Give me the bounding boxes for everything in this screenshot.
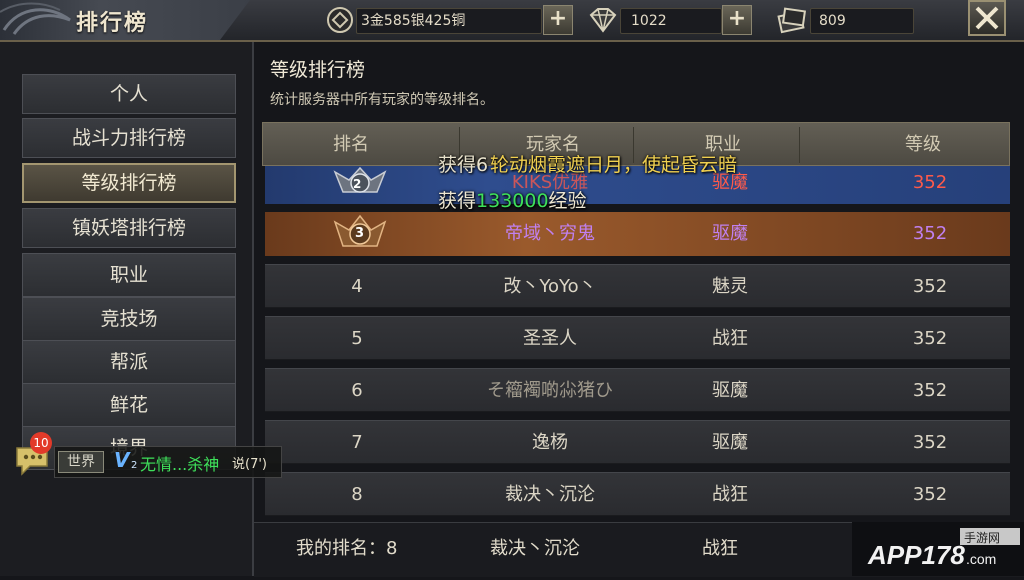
vip-level: 2 (131, 460, 138, 471)
player-name: 逸杨 (532, 432, 568, 453)
header-rank: 排名 (333, 134, 369, 155)
table-row[interactable]: 3 帝域丶穷鬼 驱魔 352 (265, 212, 1010, 256)
chat-said: 说(7') (232, 457, 267, 472)
exp-prefix: 获得 (438, 190, 477, 212)
player-class: 魅灵 (712, 276, 748, 297)
table-row[interactable]: 8 裁决丶沉沦 战狂 352 (265, 472, 1010, 516)
menu-item-class[interactable]: 职业 (22, 253, 236, 297)
my-rank-name: 裁决丶沉沦 (490, 538, 580, 559)
ticket-icon (777, 7, 807, 34)
exp-gain-text: 获得133000经验 (438, 186, 587, 213)
rank-number: 4 (351, 276, 363, 297)
ticket-display: 809 (810, 8, 914, 34)
player-name: 改丶YoYo丶 (503, 276, 597, 297)
table-row[interactable]: 5 圣圣人 战狂 352 (265, 316, 1010, 360)
menu-item-level-ranking[interactable]: 等级排行榜 (22, 163, 236, 203)
player-class: 驱魔 (712, 432, 748, 453)
menu-item-tower-ranking[interactable]: 镇妖塔排行榜 (22, 208, 236, 248)
my-rank-label: 我的排名：8 (296, 538, 398, 559)
rank-number: 5 (351, 328, 363, 349)
rank-number: 3 (355, 226, 365, 241)
player-level: 352 (912, 223, 948, 244)
rank-number: 2 (353, 177, 362, 191)
watermark: APP178 手游网 .com (852, 522, 1024, 576)
diamond-display: 1022 (620, 8, 722, 34)
table-row[interactable]: 7 逸杨 驱魔 352 (265, 420, 1010, 464)
chat-channel-tag: 世界 (58, 451, 104, 473)
skill-announcement: 轮动烟霞遮日月，使起昏云暗 (490, 154, 738, 176)
coin-icon (327, 7, 353, 33)
panel-heading: 等级排行榜 (270, 59, 366, 81)
my-rank-class: 战狂 (702, 538, 738, 559)
player-name: 帝域丶穷鬼 (505, 223, 595, 244)
menu-item-arena[interactable]: 竞技场 (22, 297, 236, 341)
currency-display: 3金585银425铜 (356, 8, 542, 34)
currency-value: 3金585银425铜 (361, 13, 466, 29)
player-level: 352 (912, 328, 948, 349)
exp-suffix: 经验 (548, 190, 587, 212)
svg-text:手游网: 手游网 (964, 531, 1000, 545)
top-bar: 排行榜 3金585银425铜 + 1022 + 809 (0, 0, 1024, 42)
player-class: 战狂 (712, 484, 748, 505)
header-level: 等级 (905, 134, 941, 155)
diamond-icon (589, 8, 617, 33)
player-class: 驱魔 (712, 223, 748, 244)
add-diamond-button[interactable]: + (722, 5, 752, 35)
player-level: 352 (912, 380, 948, 401)
player-class: 战狂 (712, 328, 748, 349)
player-level: 352 (912, 484, 948, 505)
app178-logo-icon: APP178 手游网 .com (852, 522, 1024, 576)
rank-number: 6 (351, 380, 363, 401)
close-icon (975, 6, 999, 30)
player-level: 352 (912, 432, 948, 453)
menu-item-flowers[interactable]: 鲜花 (22, 383, 236, 427)
exp-value: 133000 (476, 190, 549, 212)
table-row[interactable]: 6 そ籕襡啲尛猪ひ 驱魔 352 (265, 368, 1010, 412)
player-name: そ籕襡啲尛猪ひ (487, 380, 613, 401)
menu-item-guild[interactable]: 帮派 (22, 340, 236, 384)
player-level: 352 (912, 172, 948, 193)
chat-speaker: 无情...杀神 (140, 455, 220, 474)
menu-item-power-ranking[interactable]: 战斗力排行榜 (22, 118, 236, 158)
menu-item-personal[interactable]: 个人 (22, 74, 236, 114)
rank-number: 7 (351, 432, 363, 453)
rank-number: 8 (351, 484, 363, 505)
page-title: 排行榜 (76, 11, 149, 36)
add-currency-button[interactable]: + (543, 5, 573, 35)
close-button[interactable] (968, 0, 1006, 36)
panel-description: 统计服务器中所有玩家的等级排名。 (270, 92, 494, 108)
table-row[interactable]: 4 改丶YoYo丶 魅灵 352 (265, 264, 1010, 308)
gain-text-partial: 获得6 (438, 154, 489, 176)
header-divider (799, 127, 800, 163)
chat-unread-badge: 10 (30, 432, 52, 454)
ticket-value: 809 (819, 13, 846, 29)
svg-text:.com: .com (966, 551, 996, 567)
vip-icon: V (114, 448, 130, 472)
diamond-value: 1022 (631, 13, 667, 29)
player-level: 352 (912, 276, 948, 297)
player-name: 裁决丶沉沦 (505, 484, 595, 505)
svg-text:APP178: APP178 (867, 540, 965, 570)
player-name: 圣圣人 (523, 328, 577, 349)
player-class: 驱魔 (712, 380, 748, 401)
